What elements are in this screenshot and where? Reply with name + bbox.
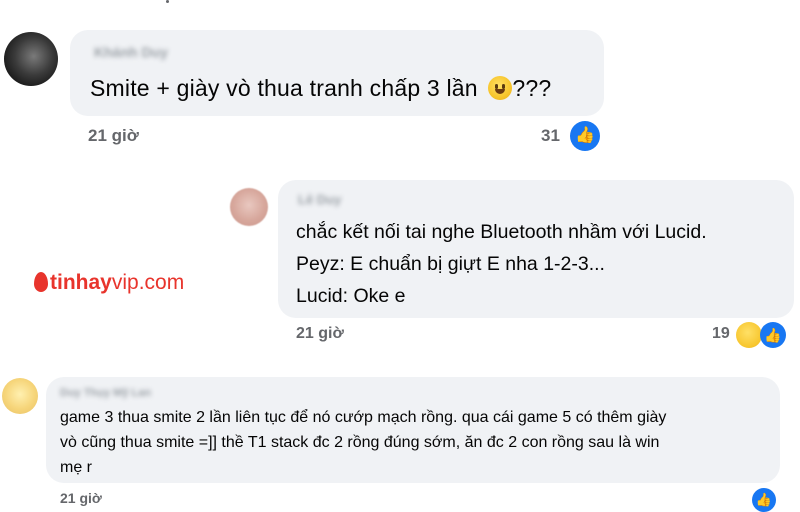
- comment-text-line: chắc kết nối tai nghe Bluetooth nhầm với…: [296, 221, 707, 243]
- comment-author[interactable]: Khánh Duy: [94, 44, 168, 60]
- flame-icon: [34, 272, 48, 292]
- comment-text: Smite + giày vò thua tranh chấp 3 lần ??…: [90, 75, 552, 101]
- like-icon[interactable]: 👍: [752, 488, 776, 512]
- comment-author[interactable]: Lê Duy: [298, 192, 341, 207]
- like-icon[interactable]: 👍: [760, 322, 786, 348]
- comment-time[interactable]: 21 giờ: [60, 490, 102, 506]
- site-logo: tinhayvip.com: [34, 271, 184, 295]
- comment-text-line: Lucid: Oke e: [296, 285, 406, 307]
- comment-time[interactable]: 21 giờ: [88, 126, 139, 146]
- grinning-face-icon: [488, 76, 513, 100]
- comment-bubble: Lê Duy chắc kết nối tai nghe Bluetooth n…: [278, 180, 794, 318]
- comment-bubble: Khánh Duy Smite + giày vò thua tranh chấ…: [70, 30, 604, 116]
- comment-text-line: game 3 thua smite 2 lần liên tục để nó c…: [60, 409, 667, 426]
- comment-bubble: Duy Thụy Mỹ Lan game 3 thua smite 2 lần …: [46, 377, 780, 483]
- like-icon[interactable]: 👍: [570, 121, 600, 151]
- comment-text-line: vò cũng thua smite =]] thề T1 stack đc 2…: [60, 434, 660, 451]
- avatar[interactable]: [2, 378, 38, 414]
- reaction-count[interactable]: 31: [541, 126, 560, 146]
- reaction-count[interactable]: 19: [712, 325, 730, 343]
- comment-time[interactable]: 21 giờ: [296, 325, 344, 343]
- comment-author[interactable]: Duy Thụy Mỹ Lan: [60, 387, 151, 399]
- separator-dot: [166, 0, 169, 3]
- haha-icon[interactable]: [736, 322, 762, 348]
- comment-text-line: Peyz: E chuẩn bị giựt E nha 1-2-3...: [296, 253, 605, 275]
- avatar[interactable]: [230, 188, 268, 226]
- avatar[interactable]: [4, 32, 58, 86]
- comment-text-line: mẹ r: [60, 459, 92, 476]
